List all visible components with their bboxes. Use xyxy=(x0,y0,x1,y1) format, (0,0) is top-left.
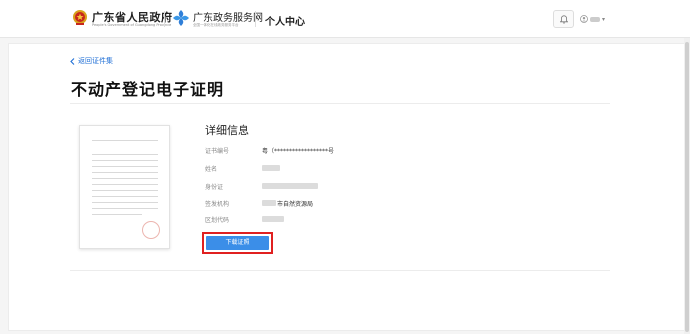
details-title: 详细信息 xyxy=(205,124,249,137)
user-menu[interactable]: ▾ xyxy=(580,12,614,26)
divider xyxy=(70,270,610,271)
field-value-cert-no: 粤（******************号 xyxy=(262,148,335,155)
doc-line xyxy=(92,196,158,197)
header-divider xyxy=(255,11,256,27)
doc-line xyxy=(92,214,142,215)
field-label-region: 区划代码 xyxy=(205,217,230,224)
doc-line xyxy=(92,160,158,161)
field-label-id: 身份证 xyxy=(205,184,224,191)
chevron-left-icon xyxy=(70,57,75,65)
notification-button[interactable] xyxy=(553,10,574,28)
header-divider xyxy=(164,11,165,27)
divider xyxy=(70,103,610,104)
gov-subtitle: People's Government of Guangdong Provinc… xyxy=(92,23,172,27)
field-value-region-redacted xyxy=(262,216,284,222)
back-link[interactable]: 返回证件集 xyxy=(70,56,113,66)
field-label-issuer: 签发机构 xyxy=(205,201,230,208)
field-value-issuer-redacted xyxy=(262,200,276,206)
certificate-thumbnail[interactable] xyxy=(79,125,170,249)
field-value-name-redacted xyxy=(262,165,280,171)
user-icon xyxy=(580,15,588,23)
seal-stamp xyxy=(142,221,160,239)
doc-line xyxy=(92,154,158,155)
doc-line xyxy=(92,202,158,203)
field-value-issuer: 市自然资源局 xyxy=(277,201,314,208)
doc-line xyxy=(92,184,158,185)
field-label-cert-no: 证书编号 xyxy=(205,148,230,155)
back-link-label: 返回证件集 xyxy=(78,57,113,65)
page-name: 个人中心 xyxy=(265,17,305,28)
chevron-down-icon: ▾ xyxy=(602,15,606,23)
field-value-id-redacted xyxy=(262,183,318,189)
page-scrollbar[interactable] xyxy=(684,38,690,334)
bell-icon xyxy=(559,14,568,23)
page-title: 不动产登记电子证明 xyxy=(71,80,225,99)
doc-line xyxy=(92,190,158,191)
service-subtitle: 全国一体化在线政务服务平台 xyxy=(193,23,239,27)
field-label-name: 姓名 xyxy=(205,166,218,173)
doc-line xyxy=(92,172,158,173)
doc-line xyxy=(92,208,158,209)
service-name[interactable]: 广东政务服务网 xyxy=(193,9,263,24)
top-header: 广东省人民政府 People's Government of Guangdong… xyxy=(0,0,690,38)
user-name-redacted xyxy=(590,16,600,22)
doc-line xyxy=(92,140,158,141)
national-emblem-icon xyxy=(73,10,87,25)
doc-line xyxy=(92,166,158,167)
doc-line xyxy=(92,178,158,179)
download-button[interactable]: 下载证照 xyxy=(206,236,269,250)
scrollbar-thumb[interactable] xyxy=(685,42,689,332)
guangdong-service-logo-icon xyxy=(173,10,189,26)
